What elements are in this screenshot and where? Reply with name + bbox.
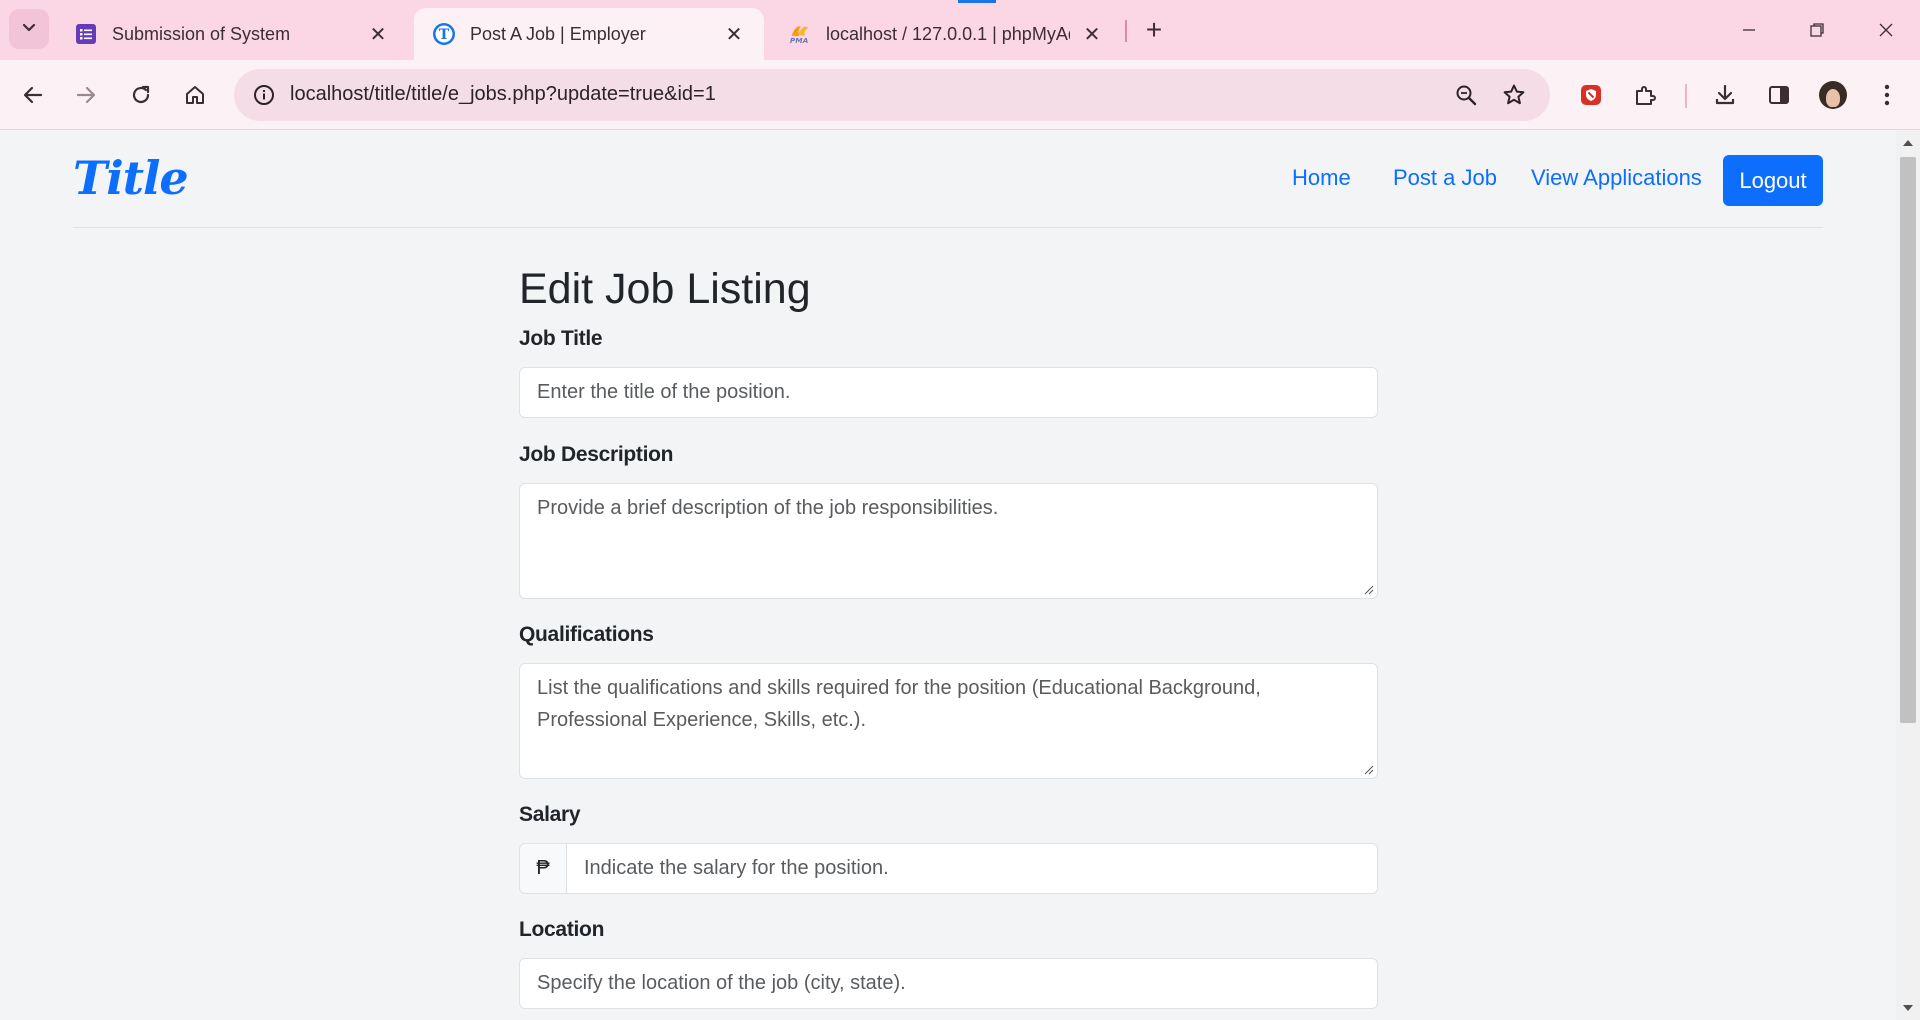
minimize-button[interactable] [1729,10,1769,50]
page-content: Title Home Post a Job View Applications … [0,131,1896,1020]
tab-search-button[interactable] [9,9,49,49]
qualifications-placeholder: List the qualifications and skills requi… [537,677,1261,731]
resize-handle-icon[interactable] [1364,585,1374,595]
job-title-label: Job Title [519,327,603,350]
tab-submission-of-system[interactable]: Submission of System ✕ [56,8,408,60]
extension-shield-icon[interactable] [1570,74,1612,116]
salary-placeholder: Indicate the salary for the position. [584,857,889,879]
forward-button[interactable] [65,74,107,116]
location-input[interactable]: Specify the location of the job (city, s… [519,958,1378,1009]
menu-kebab-icon[interactable] [1866,74,1908,116]
bookmark-star-icon[interactable] [1498,79,1530,111]
brand-logo[interactable]: Title [73,151,189,205]
reload-button[interactable] [120,74,162,116]
tab-title: Post A Job | Employer [470,23,646,44]
tab-title: localhost / 127.0.0.1 | phpMyAdmin [826,23,1070,44]
tab-separator [1125,20,1127,42]
page-scrollbar[interactable] [1896,131,1920,1020]
chevron-down-icon [21,19,37,40]
new-tab-button[interactable]: + [1138,12,1170,48]
tab-post-a-job[interactable]: T Post A Job | Employer ✕ [414,8,764,60]
logout-button[interactable]: Logout [1723,155,1823,206]
edit-job-form: Edit Job Listing Job Title Enter the tit… [519,261,1378,1009]
location-label: Location [519,918,605,941]
extensions-puzzle-icon[interactable] [1624,74,1666,116]
loading-indicator [958,0,996,3]
url-text[interactable]: localhost/title/title/e_jobs.php?update=… [290,83,716,106]
side-panel-icon[interactable] [1758,74,1800,116]
close-window-button[interactable] [1866,10,1906,50]
salary-label: Salary [519,803,581,826]
job-title-placeholder: Enter the title of the position. [537,381,791,403]
job-description-placeholder: Provide a brief description of the job r… [537,497,999,519]
site-navbar: Title Home Post a Job View Applications … [73,131,1823,228]
currency-addon: ₱ [519,843,567,894]
location-placeholder: Specify the location of the job (city, s… [537,972,906,994]
close-tab-icon[interactable]: ✕ [1080,22,1104,47]
address-bar[interactable]: localhost/title/title/e_jobs.php?update=… [234,69,1550,121]
site-info-icon[interactable] [250,81,278,109]
qualifications-label: Qualifications [519,623,654,646]
svg-text:PMA: PMA [790,36,809,45]
avatar [1819,81,1847,109]
tab-phpmyadmin[interactable]: PMA localhost / 127.0.0.1 | phpMyAdmin ✕ [770,8,1122,60]
browser-toolbar: localhost/title/title/e_jobs.php?update=… [0,60,1920,130]
job-title-input[interactable]: Enter the title of the position. [519,367,1378,418]
page-title: Edit Job Listing [519,265,811,313]
zoom-icon[interactable] [1450,79,1482,111]
qualifications-textarea[interactable]: List the qualifications and skills requi… [519,663,1378,779]
nav-home[interactable]: Home [1292,165,1351,191]
scrollbar-thumb[interactable] [1900,157,1916,723]
close-tab-icon[interactable]: ✕ [366,22,390,47]
nav-view-applications[interactable]: View Applications [1531,165,1702,191]
profile-avatar[interactable] [1812,74,1854,116]
download-icon[interactable] [1704,74,1746,116]
close-tab-icon[interactable]: ✕ [722,22,746,47]
browser-tab-strip: Submission of System ✕ T Post A Job | Em… [0,0,1920,60]
toolbar-divider [1685,84,1687,108]
scroll-down-arrow-icon[interactable] [1903,1005,1913,1011]
scroll-up-arrow-icon[interactable] [1903,140,1913,146]
form-icon [74,22,98,46]
phpmyadmin-icon: PMA [788,22,812,46]
restore-button[interactable] [1797,10,1837,50]
salary-input[interactable]: Indicate the salary for the position. [566,843,1378,894]
nav-post-a-job[interactable]: Post a Job [1393,165,1497,191]
tab-title: Submission of System [112,23,291,44]
site-icon: T [432,22,456,46]
job-description-label: Job Description [519,443,674,466]
home-button[interactable] [174,74,216,116]
svg-text:T: T [439,27,450,43]
job-description-textarea[interactable]: Provide a brief description of the job r… [519,483,1378,599]
resize-handle-icon[interactable] [1364,765,1374,775]
back-button[interactable] [12,74,54,116]
